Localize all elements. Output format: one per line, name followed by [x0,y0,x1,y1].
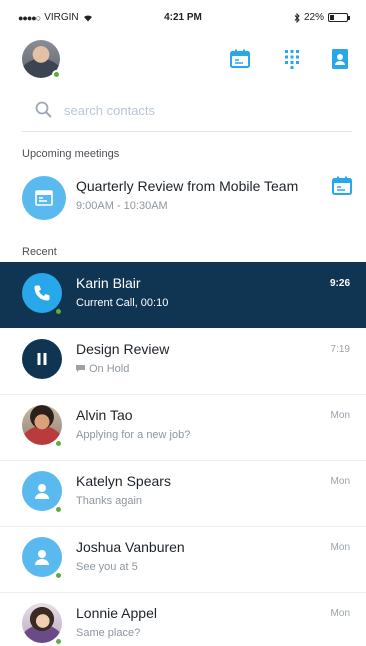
contact-name: Joshua Vanburen [76,539,185,555]
status-bar: ●●●●○ VIRGIN 4:21 PM 22% [0,0,366,30]
timestamp: Mon [330,608,350,619]
presence-indicator [54,505,63,514]
recent-item-design-review[interactable]: Design Review On Hold 7:19 [0,328,366,394]
contact-name: Karin Blair [76,275,141,291]
timestamp: Mon [330,476,350,487]
hold-status: On Hold [76,363,129,375]
last-message: Same place? [76,627,141,639]
presence-indicator [54,307,63,316]
contact-name: Katelyn Spears [76,473,171,489]
chat-bubble-icon [76,365,85,373]
recent-item-joshua-vanburen[interactable]: Joshua Vanburen See you at 5 Mon [0,526,366,592]
battery-group: 22% [294,12,350,23]
pause-icon [37,353,47,365]
hold-status-text: On Hold [89,363,130,375]
recent-label: Recent [22,246,57,258]
recent-item-karin-blair[interactable]: Karin Blair Current Call, 00:10 9:26 [0,262,366,328]
search-bar [22,92,352,132]
join-meeting-icon[interactable] [331,175,353,197]
person-icon [35,550,49,565]
timestamp: 7:19 [330,344,350,355]
timestamp: Mon [330,410,350,421]
battery-percent: 22% [303,12,324,23]
app-header [0,38,366,84]
search-input[interactable] [64,98,334,122]
meeting-item[interactable]: Quarterly Review from Mobile Team 9:00AM… [0,168,366,228]
meeting-title: Quarterly Review from Mobile Team [76,178,299,194]
timestamp: Mon [330,542,350,553]
on-hold-avatar [22,339,62,379]
contact-name: Lonnie Appel [76,605,157,621]
last-message: Applying for a new job? [76,429,191,441]
meetings-calendar-icon[interactable] [229,48,251,70]
contact-name: Alvin Tao [76,407,133,423]
phone-icon [34,285,50,301]
my-presence-indicator [52,70,61,79]
presence-indicator [54,637,63,646]
conversation-name: Design Review [76,341,170,357]
contacts-book-icon[interactable] [329,48,351,70]
bluetooth-icon [294,12,300,23]
recent-item-katelyn-spears[interactable]: Katelyn Spears Thanks again Mon [0,460,366,526]
battery-fill [330,15,334,20]
meeting-avatar [22,176,66,220]
battery-icon [328,13,350,22]
presence-indicator [54,571,63,580]
recent-item-lonnie-appel[interactable]: Lonnie Appel Same place? Mon [0,592,366,646]
last-message: See you at 5 [76,561,138,573]
meeting-calendar-icon [35,190,53,206]
timestamp: 9:26 [329,278,350,289]
last-message: Thanks again [76,495,143,507]
search-icon [35,101,52,118]
person-icon [35,484,49,499]
presence-indicator [54,439,63,448]
dialpad-icon[interactable] [281,48,303,70]
recent-item-alvin-tao[interactable]: Alvin Tao Applying for a new job? Mon [0,394,366,460]
call-status: Current Call, 00:10 [76,297,169,309]
upcoming-meetings-label: Upcoming meetings [22,148,120,160]
meeting-time: 9:00AM - 10:30AM [76,200,168,212]
